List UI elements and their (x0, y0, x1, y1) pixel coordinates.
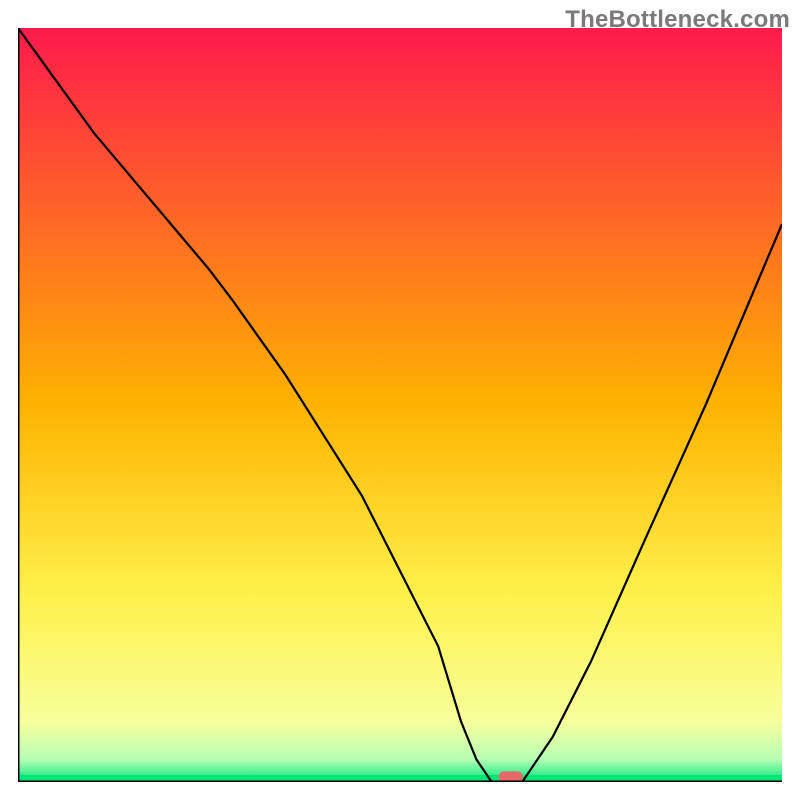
gradient-background (18, 28, 782, 782)
optimal-marker (499, 771, 523, 782)
chart-svg (18, 28, 782, 782)
bottleneck-chart: TheBottleneck.com (0, 0, 800, 800)
plot-area (18, 28, 782, 782)
watermark-text: TheBottleneck.com (565, 6, 790, 34)
